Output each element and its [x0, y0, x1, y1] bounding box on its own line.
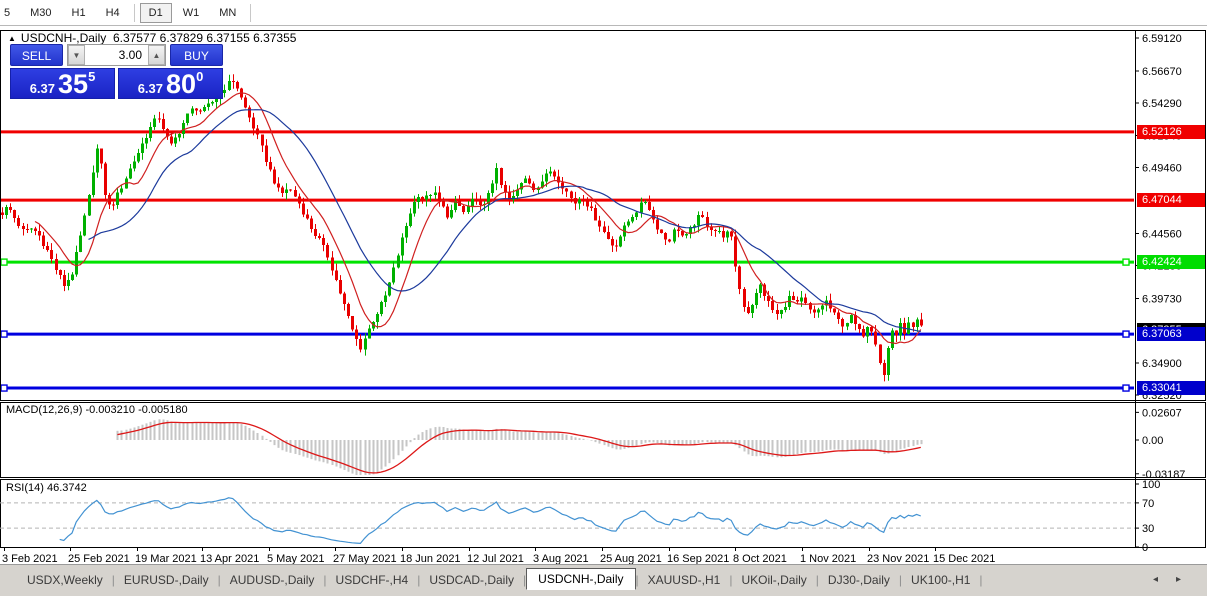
chart-tab-bar: USDX,Weekly|EURUSD-,Daily|AUDUSD-,Daily|… — [0, 564, 1207, 596]
macd-indicator-label: MACD(12,26,9) -0.003210 -0.005180 — [6, 404, 188, 416]
chart-window: 6.591206.566706.542906.518406.494606.445… — [0, 27, 1207, 564]
chart-symbol-title: ▲ USDCNH-,Daily 6.37577 6.37829 6.37155 6… — [8, 31, 296, 45]
level-price-label: 6.37063 — [1137, 327, 1205, 341]
svg-text:0.00: 0.00 — [1142, 435, 1163, 447]
x-axis-date-label: 13 Apr 2021 — [200, 553, 259, 564]
level-price-label: 6.47044 — [1137, 193, 1205, 207]
timeframe-button-mn[interactable]: MN — [210, 3, 245, 23]
svg-text:100: 100 — [1142, 479, 1160, 491]
sell-button[interactable]: SELL — [10, 44, 63, 66]
chart-canvas[interactable]: 6.591206.566706.542906.518406.494606.445… — [0, 28, 1207, 564]
tab-separator: | — [979, 573, 982, 587]
svg-text:0.02607: 0.02607 — [1142, 407, 1182, 419]
sell-price-box[interactable]: 6.37 35 5 — [10, 68, 115, 99]
svg-text:6.54290: 6.54290 — [1142, 98, 1182, 110]
svg-text:70: 70 — [1142, 498, 1154, 510]
svg-text:6.34900: 6.34900 — [1142, 358, 1182, 370]
trading-app-window: 5M30H1H4D1W1MN 6.591206.566706.542906.51… — [0, 0, 1207, 596]
chart-tab-xauusd-h1[interactable]: XAUUSD-,H1 — [639, 570, 730, 590]
x-axis-date-label: 25 Feb 2021 — [68, 553, 130, 564]
chart-tab-usdchf-h4[interactable]: USDCHF-,H4 — [327, 570, 418, 590]
chart-tab-usdcad-daily[interactable]: USDCAD-,Daily — [420, 570, 523, 590]
x-axis-date-label: 15 Dec 2021 — [933, 553, 995, 564]
buy-button[interactable]: BUY — [170, 44, 223, 66]
level-price-label: 6.42424 — [1137, 255, 1205, 269]
timeframe-button-w1[interactable]: W1 — [174, 3, 209, 23]
x-axis-date-label: 18 Jun 2021 — [400, 553, 461, 564]
buy-price-sup: 0 — [196, 71, 203, 83]
sell-price-big: 35 — [58, 72, 88, 97]
collapse-chart-icon[interactable]: ▲ — [8, 34, 16, 43]
chart-ohlc-values: 6.37577 6.37829 6.37155 6.37355 — [113, 31, 297, 45]
level-price-label: 6.33041 — [1137, 381, 1205, 395]
volume-decrease-icon[interactable]: ▼ — [68, 45, 85, 65]
chart-tab-ukoil-daily[interactable]: UKOil-,Daily — [732, 570, 815, 590]
timeframe-button-m30[interactable]: M30 — [21, 3, 60, 23]
sell-price-prefix: 6.37 — [30, 80, 55, 97]
buy-price-prefix: 6.37 — [138, 80, 163, 97]
chart-tab-usdx-weekly[interactable]: USDX,Weekly — [18, 570, 112, 590]
x-axis-date-label: 8 Oct 2021 — [733, 553, 787, 564]
x-axis-date-label: 16 Sep 2021 — [667, 553, 729, 564]
level-price-label: 6.52126 — [1137, 125, 1205, 139]
chart-tab-dj30-daily[interactable]: DJ30-,Daily — [819, 570, 899, 590]
svg-text:6.59120: 6.59120 — [1142, 33, 1182, 45]
chart-tab-uk100-h1[interactable]: UK100-,H1 — [902, 570, 979, 590]
tab-scroll-left-icon[interactable]: ◂ — [1153, 574, 1176, 585]
tab-scroll-right-icon[interactable]: ▸ — [1176, 574, 1199, 585]
x-axis-date-label: 25 Aug 2021 — [600, 553, 662, 564]
timeframe-button-5[interactable]: 5 — [1, 3, 19, 23]
volume-input[interactable]: 3.00 — [85, 45, 148, 65]
toolbar-separator — [250, 4, 251, 22]
svg-text:0: 0 — [1142, 542, 1148, 554]
chart-symbol-label: USDCNH-,Daily — [21, 31, 106, 45]
svg-text:6.49460: 6.49460 — [1142, 163, 1182, 175]
svg-text:6.44560: 6.44560 — [1142, 228, 1182, 240]
svg-text:30: 30 — [1142, 523, 1154, 535]
x-axis-date-label: 27 May 2021 — [333, 553, 397, 564]
chart-tab-eurusd-daily[interactable]: EURUSD-,Daily — [115, 570, 218, 590]
volume-increase-icon[interactable]: ▲ — [148, 45, 165, 65]
chart-tab-audusd-daily[interactable]: AUDUSD-,Daily — [221, 570, 324, 590]
x-axis-date-label: 3 Feb 2021 — [2, 553, 58, 564]
volume-spinner: ▼ 3.00 ▲ — [67, 44, 166, 66]
buy-price-big: 80 — [166, 72, 196, 97]
timeframe-button-d1[interactable]: D1 — [140, 3, 172, 23]
x-axis-date-label: 19 Mar 2021 — [135, 553, 197, 564]
rsi-indicator-label: RSI(14) 46.3742 — [6, 482, 87, 494]
one-click-trading-panel: SELL ▼ 3.00 ▲ BUY 6.37 35 5 6.37 80 0 — [10, 44, 223, 101]
timeframe-button-h1[interactable]: H1 — [63, 3, 95, 23]
svg-text:6.56670: 6.56670 — [1142, 66, 1182, 78]
x-axis-date-label: 12 Jul 2021 — [467, 553, 524, 564]
timeframe-button-h4[interactable]: H4 — [97, 3, 129, 23]
x-axis-date-label: 3 Aug 2021 — [533, 553, 589, 564]
chart-tab-usdcnh-daily[interactable]: USDCNH-,Daily — [526, 568, 635, 590]
sell-price-sup: 5 — [88, 71, 95, 83]
buy-price-box[interactable]: 6.37 80 0 — [118, 68, 223, 99]
x-axis-date-label: 1 Nov 2021 — [800, 553, 856, 564]
timeframe-toolbar: 5M30H1H4 D1W1MN — [0, 0, 1207, 26]
x-axis-date-label: 23 Nov 2021 — [867, 553, 929, 564]
svg-text:6.39730: 6.39730 — [1142, 293, 1182, 305]
x-axis-date-label: 5 May 2021 — [267, 553, 324, 564]
toolbar-separator — [134, 4, 135, 22]
